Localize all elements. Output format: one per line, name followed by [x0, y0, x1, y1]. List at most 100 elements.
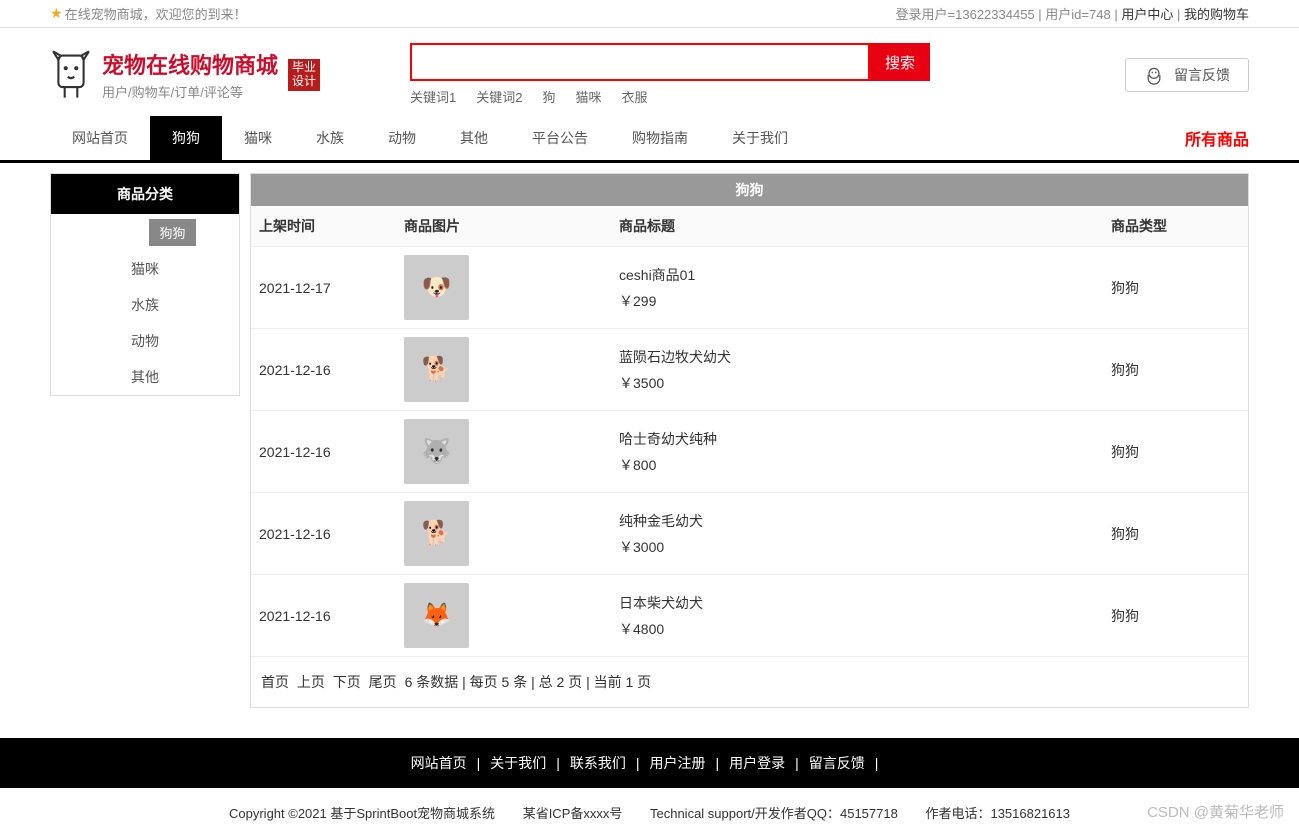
cell-image: 🐕	[396, 329, 611, 411]
product-title[interactable]: 哈士奇幼犬纯种	[619, 429, 1095, 449]
site-title: 宠物在线购物商城	[102, 48, 278, 80]
cell-date: 2021-12-16	[251, 575, 396, 657]
headset-icon	[1144, 65, 1164, 85]
nav-item-1[interactable]: 狗狗	[150, 116, 222, 160]
cell-date: 2021-12-16	[251, 411, 396, 493]
cell-type: 狗狗	[1103, 493, 1248, 575]
th-title: 商品标题	[611, 206, 1103, 247]
keyword-关键词1[interactable]: 关键词1	[410, 90, 456, 105]
cell-type: 狗狗	[1103, 411, 1248, 493]
product-thumb[interactable]: 🐺	[404, 419, 469, 484]
sidebar: 商品分类 狗狗猫咪水族动物其他	[50, 173, 240, 396]
pager-prev[interactable]: 上页	[297, 674, 325, 690]
sidebar-cat-1[interactable]: 猫咪	[51, 251, 239, 287]
table-row[interactable]: 2021-12-16🐕 纯种金毛幼犬 ￥3000 狗狗	[251, 493, 1248, 575]
copy-icp: 某省ICP备xxxx号	[523, 806, 623, 821]
copyright: Copyright ©2021 基于SprintBoot宠物商城系统 某省ICP…	[0, 788, 1299, 837]
content-title: 狗狗	[251, 174, 1248, 206]
product-title[interactable]: 纯种金毛幼犬	[619, 511, 1095, 531]
cell-image: 🐶	[396, 247, 611, 329]
pager: 首页 上页 下页 尾页 6 条数据 | 每页 5 条 | 总 2 页 | 当前 …	[251, 657, 1248, 707]
feedback-button[interactable]: 留言反馈	[1125, 58, 1249, 92]
nav-item-7[interactable]: 购物指南	[610, 116, 710, 160]
table-row[interactable]: 2021-12-16🦊日本柴犬幼犬￥4800狗狗	[251, 575, 1248, 657]
copy-phone: 作者电话：13516821613	[925, 806, 1070, 821]
keyword-狗[interactable]: 狗	[542, 90, 555, 105]
footer-link-0[interactable]: 网站首页	[411, 755, 467, 771]
product-price: ￥800	[619, 455, 1095, 475]
cell-image: 🐺	[396, 411, 611, 493]
sidebar-head: 商品分类	[51, 174, 239, 214]
footer-link-3[interactable]: 用户注册	[650, 755, 706, 771]
footer: 网站首页|关于我们|联系我们|用户注册|用户登录|留言反馈|	[0, 738, 1299, 788]
nav-item-2[interactable]: 猫咪	[222, 116, 294, 160]
logo-block[interactable]: 宠物在线购物商城 用户/购物车/订单/评论等 毕业设计	[50, 47, 320, 102]
table-row[interactable]: 2021-12-16🐺 哈士奇幼犬纯种 ￥800 狗狗	[251, 411, 1248, 493]
login-user: 13622334455	[955, 7, 1035, 22]
my-cart-link[interactable]: 我的购物车	[1184, 7, 1249, 22]
pager-first[interactable]: 首页	[261, 674, 289, 690]
nav-item-3[interactable]: 水族	[294, 116, 366, 160]
cell-date: 2021-12-16	[251, 329, 396, 411]
main-area: 商品分类 狗狗猫咪水族动物其他 狗狗 上架时间 商品图片 商品标题 商品类型 2…	[0, 163, 1299, 718]
welcome-text: 在线宠物商城，欢迎您的到来！	[65, 4, 247, 23]
footer-link-4[interactable]: 用户登录	[729, 755, 785, 771]
nav-item-8[interactable]: 关于我们	[710, 116, 810, 160]
product-table: 上架时间 商品图片 商品标题 商品类型 2021-12-17🐶 ceshi商品01…	[251, 206, 1248, 657]
th-date: 上架时间	[251, 206, 396, 247]
user-center-link[interactable]: 用户中心	[1121, 7, 1173, 22]
copy-text: Copyright ©2021 基于SprintBoot宠物商城系统	[229, 806, 495, 821]
site-subtitle: 用户/购物车/订单/评论等	[102, 82, 278, 101]
nav-all-products[interactable]: 所有商品	[1185, 126, 1249, 150]
product-thumb[interactable]: 🐕	[404, 501, 469, 566]
pager-next[interactable]: 下页	[333, 674, 361, 690]
product-thumb[interactable]: 🐕	[404, 337, 469, 402]
product-price: ￥3000	[619, 537, 1095, 557]
cell-title: 蓝陨石边牧犬幼犬 ￥3500	[611, 329, 1103, 411]
product-title[interactable]: 日本柴犬幼犬	[619, 593, 1095, 613]
sidebar-cat-4[interactable]: 其他	[51, 359, 239, 395]
sidebar-cat-0[interactable]: 狗狗	[149, 219, 195, 246]
nav-item-0[interactable]: 网站首页	[50, 116, 150, 160]
nav-item-5[interactable]: 其他	[438, 116, 510, 160]
product-price: ￥299	[619, 291, 1095, 311]
keyword-衣服[interactable]: 衣服	[622, 90, 648, 105]
nav-item-4[interactable]: 动物	[366, 116, 438, 160]
cell-date: 2021-12-17	[251, 247, 396, 329]
sidebar-cat-3[interactable]: 动物	[51, 323, 239, 359]
feedback-label: 留言反馈	[1174, 65, 1230, 85]
product-title[interactable]: ceshi商品01	[619, 265, 1095, 285]
product-price: ￥3500	[619, 373, 1095, 393]
product-title[interactable]: 蓝陨石边牧犬幼犬	[619, 347, 1095, 367]
content-panel: 狗狗 上架时间 商品图片 商品标题 商品类型 2021-12-17🐶 ceshi商…	[250, 173, 1249, 708]
keyword-关键词2[interactable]: 关键词2	[476, 90, 522, 105]
dog-logo-icon	[50, 47, 92, 102]
table-row[interactable]: 2021-12-16🐕蓝陨石边牧犬幼犬￥3500狗狗	[251, 329, 1248, 411]
cell-type: 狗狗	[1103, 575, 1248, 657]
footer-link-1[interactable]: 关于我们	[490, 755, 546, 771]
table-row[interactable]: 2021-12-17🐶 ceshi商品01 ￥299 狗狗	[251, 247, 1248, 329]
cell-type: 狗狗	[1103, 247, 1248, 329]
search-keywords: 关键词1 关键词2 狗 猫咪 衣服	[410, 87, 930, 106]
header: 宠物在线购物商城 用户/购物车/订单/评论等 毕业设计 搜索 关键词1 关键词2 狗…	[0, 28, 1299, 116]
cell-title: 哈士奇幼犬纯种 ￥800	[611, 411, 1103, 493]
search-button[interactable]: 搜索	[870, 43, 930, 81]
cell-image: 🦊	[396, 575, 611, 657]
product-thumb[interactable]: 🦊	[404, 583, 469, 648]
search-input[interactable]	[410, 43, 870, 81]
footer-link-5[interactable]: 留言反馈	[809, 755, 865, 771]
th-type: 商品类型	[1103, 206, 1248, 247]
search-block: 搜索 关键词1 关键词2 狗 猫咪 衣服	[410, 43, 930, 106]
cell-date: 2021-12-16	[251, 493, 396, 575]
th-image: 商品图片	[396, 206, 611, 247]
keyword-猫咪[interactable]: 猫咪	[576, 90, 602, 105]
nav-item-6[interactable]: 平台公告	[510, 116, 610, 160]
product-thumb[interactable]: 🐶	[404, 255, 469, 320]
footer-link-2[interactable]: 联系我们	[570, 755, 626, 771]
sidebar-cat-2[interactable]: 水族	[51, 287, 239, 323]
pager-last[interactable]: 尾页	[369, 674, 397, 690]
cell-title: 纯种金毛幼犬 ￥3000	[611, 493, 1103, 575]
topbar-right: 登录用户=13622334455 | 用户id=748 | 用户中心 | 我的购…	[896, 4, 1249, 23]
user-id-prefix: 用户id=	[1045, 7, 1089, 22]
star-icon: ★	[50, 5, 63, 22]
